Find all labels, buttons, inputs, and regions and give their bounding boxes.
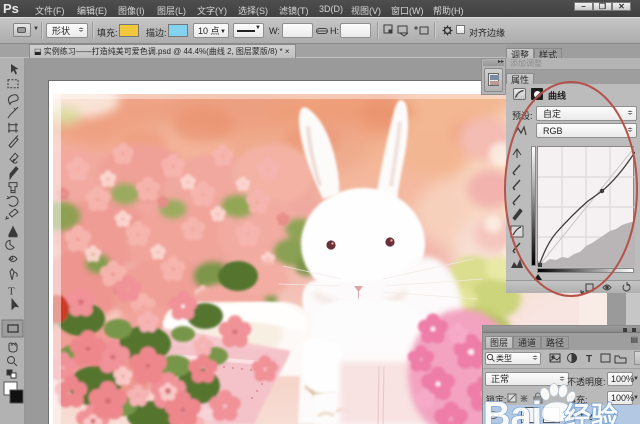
svg-text:T: T [8, 286, 15, 298]
svg-text:T: T [586, 354, 592, 365]
